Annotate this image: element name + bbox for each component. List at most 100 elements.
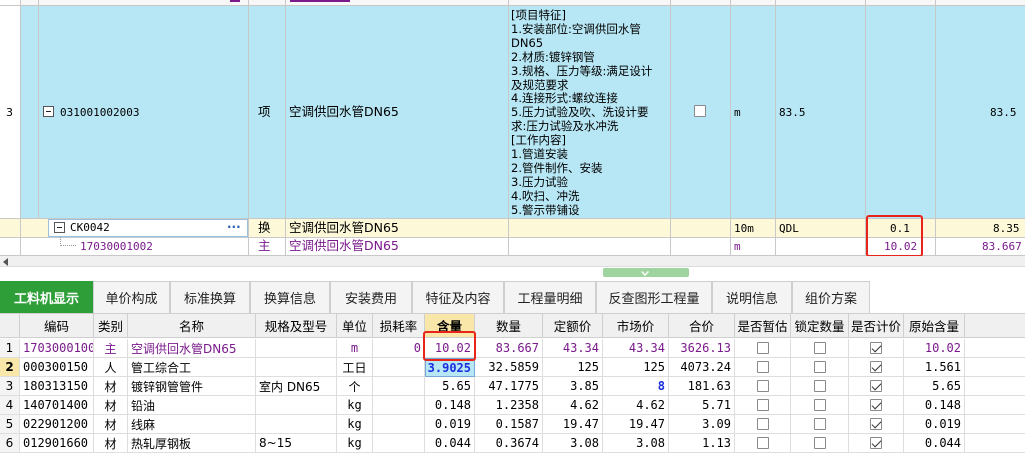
priced-checkbox-cell[interactable] [849,358,904,377]
cell-orig[interactable]: 0.019 [904,415,965,434]
est-checkbox-cell[interactable] [735,396,791,415]
cell-unit[interactable]: 工日 [337,358,373,377]
col-header[interactable]: 规格及型号 [256,314,337,338]
col-header[interactable]: 锁定数量 [791,314,849,338]
est-checkbox-cell[interactable] [735,339,791,358]
cell-type[interactable]: 材 [94,434,128,453]
checkbox-checked-icon[interactable] [870,361,882,373]
cell-total[interactable]: 181.63 [669,377,735,396]
col-header[interactable]: 损耗率 [373,314,425,338]
cell-unit[interactable]: kg [337,434,373,453]
checkbox-icon[interactable] [813,399,826,411]
collapse-icon[interactable] [43,106,54,117]
checkbox-checked-icon[interactable] [870,418,882,430]
cell-name[interactable]: 线麻 [128,415,256,434]
tab-quantity-detail[interactable]: 工程量明细 [504,281,596,313]
cell-qty[interactable]: 1.2358 [475,396,543,415]
lock-checkbox-cell[interactable] [791,415,849,434]
cell-type[interactable]: 主 [94,339,128,358]
cell-market[interactable]: 125 [603,358,669,377]
checkbox-icon[interactable] [813,380,826,392]
col-header[interactable]: 市场价 [603,314,669,338]
tab-install-fees[interactable]: 安装费用 [330,281,412,313]
horizontal-scrollbar[interactable] [0,256,1025,267]
cell-loss[interactable]: 0 [373,339,425,358]
lock-checkbox-cell[interactable] [791,434,849,453]
cell-qty[interactable]: 0.1587 [475,415,543,434]
cell-type[interactable]: 材 [94,377,128,396]
tab-pricing-scheme[interactable]: 组价方案 [792,281,870,313]
cell-quota[interactable]: 3.08 [543,434,603,453]
col-header[interactable]: 合价 [669,314,735,338]
priced-checkbox-cell[interactable] [849,434,904,453]
cell-code[interactable]: 000300150 [20,358,94,377]
cell-code[interactable]: 022901200 [20,415,94,434]
cell-unit[interactable]: 个 [337,377,373,396]
cell-unit[interactable]: kg [337,396,373,415]
cell-content[interactable]: 0.148 [425,396,475,415]
cell-orig[interactable]: 5.65 [904,377,965,396]
checkbox-icon[interactable] [756,418,769,430]
checkbox-checked-icon[interactable] [870,342,882,354]
cell-content[interactable]: 5.65 [425,377,475,396]
cell-code[interactable]: 012901660 [20,434,94,453]
tab-standard-conversion[interactable]: 标准换算 [170,281,250,313]
priced-checkbox-cell[interactable] [849,339,904,358]
cell-loss[interactable] [373,358,425,377]
cell-market[interactable]: 8 [603,377,669,396]
cell-spec[interactable]: 室内 DN65 [256,377,337,396]
lock-checkbox-cell[interactable] [791,396,849,415]
col-header[interactable]: 是否暂估 [735,314,791,338]
lock-checkbox-cell[interactable] [791,377,849,396]
more-button[interactable]: ··· [227,220,241,234]
lock-checkbox-cell[interactable] [791,339,849,358]
cell-quota[interactable]: 125 [543,358,603,377]
est-checkbox-cell[interactable] [735,434,791,453]
cell-total[interactable]: 4073.24 [669,358,735,377]
cell-quota[interactable]: 19.47 [543,415,603,434]
priced-checkbox-cell[interactable] [849,415,904,434]
col-header[interactable]: 名称 [128,314,256,338]
col-header[interactable]: 定额价 [543,314,603,338]
cell-market[interactable]: 43.34 [603,339,669,358]
cell-type[interactable]: 材 [94,396,128,415]
scroll-left-icon[interactable] [3,258,8,266]
cell-total[interactable]: 3.09 [669,415,735,434]
cell-code[interactable]: 17030001002 [20,339,94,358]
cell-market[interactable]: 3.08 [603,434,669,453]
col-header[interactable]: 数量 [475,314,543,338]
col-header[interactable]: 单位 [337,314,373,338]
panel-splitter[interactable] [0,268,1025,280]
cell-loss[interactable] [373,377,425,396]
cell-spec[interactable]: 8~15 [256,434,337,453]
cell-name[interactable]: 铅油 [128,396,256,415]
priced-checkbox-cell[interactable] [849,377,904,396]
cell-spec[interactable] [256,415,337,434]
est-checkbox-cell[interactable] [735,358,791,377]
col-header[interactable]: 类别 [94,314,128,338]
lock-checkbox-cell[interactable] [791,358,849,377]
cell-name[interactable]: 热轧厚钢板 [128,434,256,453]
cell-quota[interactable]: 4.62 [543,396,603,415]
cell-spec[interactable] [256,339,337,358]
col-header[interactable]: 原始含量 [904,314,965,338]
cell-type[interactable]: 人 [94,358,128,377]
checkbox-checked-icon[interactable] [870,380,882,392]
cell-type[interactable]: 材 [94,415,128,434]
col-header[interactable]: 编码 [20,314,94,338]
cell-total[interactable]: 5.71 [669,396,735,415]
est-checkbox-cell[interactable] [735,377,791,396]
cell-name[interactable]: 空调供回水管DN65 [128,339,256,358]
estimate-checkbox[interactable] [694,105,706,117]
checkbox-checked-icon[interactable] [870,437,882,449]
checkbox-icon[interactable] [756,342,769,354]
cell-loss[interactable] [373,396,425,415]
tab-unit-price[interactable]: 单价构成 [93,281,170,313]
tab-conversion-info[interactable]: 换算信息 [250,281,330,313]
cell-quota[interactable]: 3.85 [543,377,603,396]
cell-qty[interactable]: 83.667 [475,339,543,358]
checkbox-icon[interactable] [813,342,826,354]
tab-materials[interactable]: 工料机显示 [0,281,93,313]
tab-features[interactable]: 特征及内容 [412,281,504,313]
checkbox-checked-icon[interactable] [870,399,882,411]
